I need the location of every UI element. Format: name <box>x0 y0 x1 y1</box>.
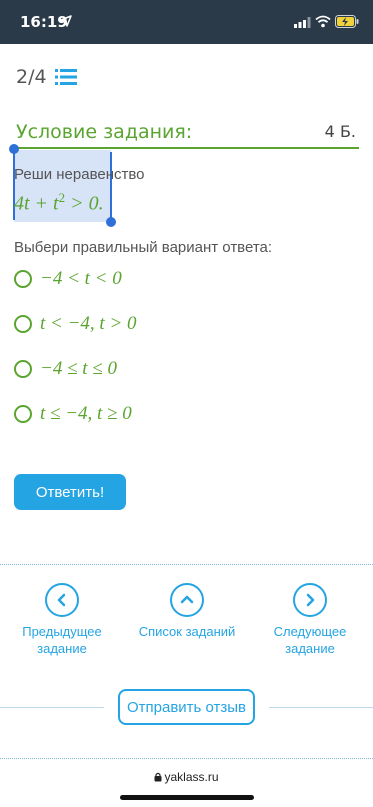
footer-url[interactable]: yaklass.ru <box>0 770 373 784</box>
selection-handle-end[interactable] <box>106 217 116 227</box>
task-counter[interactable]: 2/4 <box>16 66 77 88</box>
location-arrow-icon <box>60 15 72 27</box>
prev-task-label-line2: задание <box>37 641 87 656</box>
formula-tail: > 0. <box>65 192 104 215</box>
selection-handle-start[interactable] <box>9 144 19 154</box>
radio-button[interactable] <box>14 315 32 333</box>
prev-task-label: Предыдущее задание <box>12 623 112 657</box>
footer-domain-text: yaklass.ru <box>164 770 219 784</box>
condition-points: 4 Б. <box>324 122 356 141</box>
task-formula: 4t + t2 > 0. <box>14 190 104 216</box>
next-task-button[interactable]: Следующее задание <box>260 583 360 657</box>
formula-main: 4t + t <box>14 192 59 215</box>
task-list-label: Список заданий <box>138 624 236 639</box>
answer-option[interactable]: −4 < t < 0 <box>14 268 122 290</box>
answer-option[interactable]: t ≤ −4, t ≥ 0 <box>14 403 132 425</box>
answer-option[interactable]: t < −4, t > 0 <box>14 313 137 335</box>
option-label: −4 < t < 0 <box>40 268 122 289</box>
chevron-up-icon[interactable] <box>170 583 204 617</box>
next-task-label: Следующее задание <box>260 623 360 657</box>
radio-button[interactable] <box>14 405 32 423</box>
task-counter-text: 2/4 <box>16 66 47 88</box>
selection-handle-end-line <box>110 152 112 220</box>
task-text: Реши неравенство <box>14 166 145 183</box>
task-list-button[interactable]: Список заданий <box>137 583 237 640</box>
chevron-right-icon[interactable] <box>293 583 327 617</box>
option-label: −4 ≤ t ≤ 0 <box>40 358 117 379</box>
answer-prompt: Выбери правильный вариант ответа: <box>14 239 273 256</box>
radio-button[interactable] <box>14 270 32 288</box>
answer-button[interactable]: Ответить! <box>14 474 126 510</box>
send-feedback-button[interactable]: Отправить отзыв <box>118 689 255 725</box>
battery-charging-icon <box>335 15 359 28</box>
option-label: t < −4, t > 0 <box>40 313 137 334</box>
condition-divider <box>13 147 359 149</box>
feedback-divider-left <box>0 707 104 708</box>
prev-task-button[interactable]: Предыдущее задание <box>12 583 112 657</box>
lock-icon <box>154 772 162 782</box>
answer-option[interactable]: −4 ≤ t ≤ 0 <box>14 358 117 380</box>
list-icon[interactable] <box>54 68 77 86</box>
dotted-divider-bottom <box>0 758 373 759</box>
feedback-divider-right <box>269 707 373 708</box>
prev-task-label-line1: Предыдущее <box>22 624 102 639</box>
home-indicator[interactable] <box>120 795 254 800</box>
next-task-label-line1: Следующее <box>273 624 347 639</box>
chevron-left-icon[interactable] <box>45 583 79 617</box>
radio-button[interactable] <box>14 360 32 378</box>
condition-title: Условие задания: <box>16 121 193 143</box>
wifi-icon <box>315 15 331 28</box>
option-label: t ≤ −4, t ≥ 0 <box>40 403 132 424</box>
next-task-label-line2: задание <box>285 641 335 656</box>
signal-icon <box>294 17 311 28</box>
dotted-divider <box>0 564 373 565</box>
status-bar: 16:19 <box>0 0 373 44</box>
